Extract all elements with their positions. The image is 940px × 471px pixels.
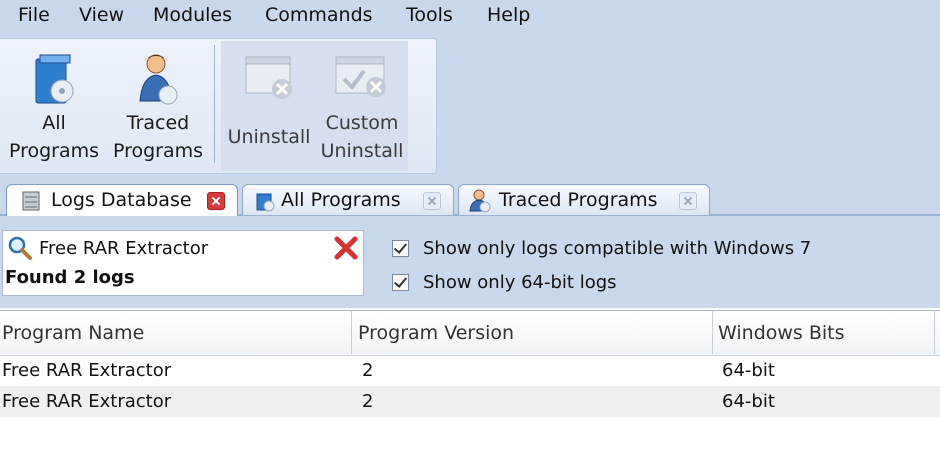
- cell-windows-bits: 64-bit: [722, 391, 775, 412]
- column-header-windows-bits[interactable]: Windows Bits: [718, 311, 845, 355]
- tab-traced-programs[interactable]: Traced Programs: [458, 184, 710, 215]
- uninstall-label: Uninstall: [227, 126, 311, 148]
- menu-bar: File View Modules Commands Tools Help: [0, 0, 940, 32]
- column-header-program-name[interactable]: Program Name: [2, 311, 144, 355]
- program-box-icon: [256, 193, 275, 212]
- menu-tools[interactable]: Tools: [402, 2, 457, 28]
- clear-search-icon[interactable]: [333, 235, 359, 261]
- search-result-count: Found 2 logs: [5, 267, 135, 288]
- close-icon[interactable]: [423, 192, 441, 210]
- uninstall-icon: [245, 56, 292, 99]
- user-program-icon: [139, 54, 178, 105]
- cell-program-version: 2: [362, 360, 374, 381]
- filter-64bit-label: Show only 64-bit logs: [423, 272, 617, 293]
- table-row[interactable]: Free RAR Extractor 2 64-bit: [0, 355, 940, 386]
- custom-uninstall-label: Custom Uninstall: [320, 112, 404, 162]
- all-programs-button[interactable]: All Programs: [4, 47, 104, 169]
- traced-programs-label: Traced Programs: [112, 112, 204, 162]
- table-header: Program Name Program Version Windows Bit…: [0, 310, 940, 356]
- cell-program-name: Free RAR Extractor: [2, 360, 172, 381]
- column-divider[interactable]: [351, 310, 352, 354]
- column-divider[interactable]: [712, 310, 713, 354]
- menu-file[interactable]: File: [14, 2, 54, 28]
- search-box: Found 2 logs: [2, 230, 364, 296]
- column-header-program-version[interactable]: Program Version: [358, 311, 514, 355]
- filter-64bit-checkbox[interactable]: [392, 274, 409, 291]
- all-programs-label: All Programs: [8, 112, 100, 162]
- close-icon[interactable]: [207, 192, 225, 210]
- filter-windows7-label: Show only logs compatible with Windows 7: [423, 238, 812, 259]
- menu-view[interactable]: View: [75, 2, 128, 28]
- menu-modules[interactable]: Modules: [149, 2, 236, 28]
- tab-all-programs-label: All Programs: [281, 189, 401, 211]
- tab-all-programs[interactable]: All Programs: [242, 184, 454, 215]
- filter-windows7-checkbox[interactable]: [392, 240, 409, 257]
- program-box-icon: [35, 54, 74, 104]
- menu-help[interactable]: Help: [483, 2, 534, 28]
- tab-logs-database[interactable]: Logs Database: [6, 184, 238, 217]
- ribbon-separator: [214, 45, 215, 163]
- custom-uninstall-icon: [335, 56, 386, 97]
- tab-logs-database-label: Logs Database: [51, 189, 192, 211]
- tab-traced-programs-label: Traced Programs: [499, 189, 658, 211]
- uninstall-button[interactable]: Uninstall: [222, 47, 316, 169]
- search-input[interactable]: [39, 235, 329, 261]
- menu-commands[interactable]: Commands: [261, 2, 377, 28]
- cell-program-version: 2: [362, 391, 374, 412]
- ribbon: All Programs Traced Programs Uninstall C…: [0, 38, 437, 174]
- search-icon: [8, 236, 32, 260]
- column-divider[interactable]: [934, 310, 935, 354]
- table-row[interactable]: Free RAR Extractor 2 64-bit: [0, 386, 940, 417]
- close-icon[interactable]: [679, 192, 697, 210]
- custom-uninstall-button[interactable]: Custom Uninstall: [316, 47, 408, 169]
- cell-windows-bits: 64-bit: [722, 360, 775, 381]
- user-program-icon: [469, 189, 491, 213]
- traced-programs-button[interactable]: Traced Programs: [108, 47, 208, 169]
- database-icon: [22, 191, 40, 211]
- cell-program-name: Free RAR Extractor: [2, 391, 172, 412]
